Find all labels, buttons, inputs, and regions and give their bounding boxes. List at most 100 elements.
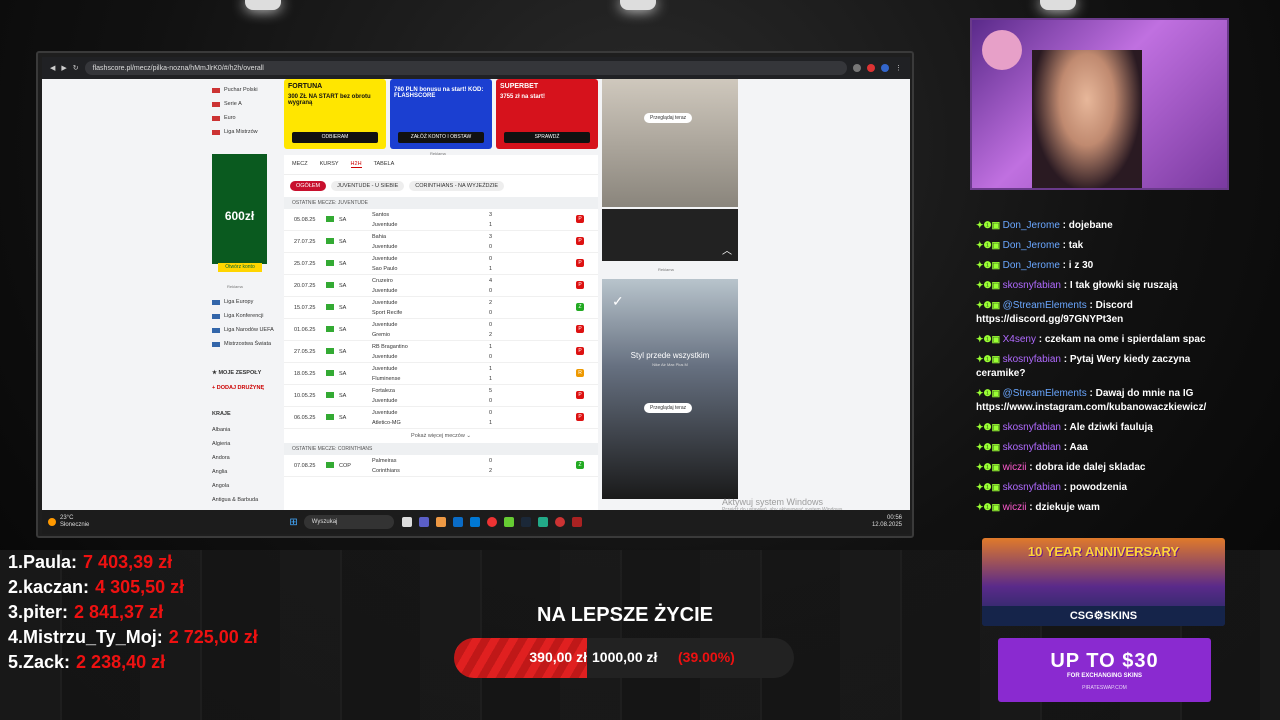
browse-button[interactable]: Przeglądaj teraz xyxy=(644,113,693,123)
menu-icon[interactable]: ⋮ xyxy=(895,64,902,72)
sidebar-league-item[interactable]: Puchar Polski xyxy=(212,87,258,93)
betting-ads: FORTUNA 300 ZŁ NA START bez obrotu wygran… xyxy=(284,79,598,149)
chat-username[interactable]: Don_Jerome xyxy=(1003,260,1060,271)
chat-message: ✦❶▣ Don_Jerome : tak xyxy=(976,238,1221,253)
tab-h2h[interactable]: H2H xyxy=(350,161,362,168)
match-row[interactable]: 10.05.25 SA Fortaleza Juventude 5 0 P xyxy=(284,385,598,407)
chat-username[interactable]: skosnyfabian xyxy=(1003,280,1061,291)
h2h-filter-chip[interactable]: OGÓŁEM xyxy=(290,181,327,191)
sub-badge-icon: ✦❶▣ xyxy=(976,220,1003,230)
sidebar-league-item[interactable]: Serie A xyxy=(212,101,242,107)
extension-icon[interactable] xyxy=(853,64,861,72)
chat-separator: : xyxy=(1059,240,1069,251)
reload-icon[interactable]: ↻ xyxy=(73,64,79,72)
chat-username[interactable]: Don_Jerome xyxy=(1003,220,1060,231)
ad-button[interactable]: ODBIERAM xyxy=(292,132,378,143)
match-row[interactable]: 27.05.25 SA RB Bragantino Juventude 1 0 P xyxy=(284,341,598,363)
file-explorer-icon[interactable] xyxy=(401,517,412,527)
chat-message: ✦❶▣ @StreamElements : Discord https://di… xyxy=(976,298,1221,327)
goal-percent: (39.00%) xyxy=(678,649,735,665)
match-row[interactable]: 07.08.25 COP Palmeiras Corinthians 0 2 Z xyxy=(284,455,598,477)
match-date: 01.06.25 xyxy=(294,327,316,333)
forward-icon[interactable]: ▶ xyxy=(61,64,66,72)
shoe-ad-image[interactable]: Przeglądaj teraz xyxy=(602,79,738,207)
outlook-icon[interactable] xyxy=(469,517,480,527)
add-team-link[interactable]: + DODAJ DRUŻYNĘ xyxy=(212,385,264,391)
country-item[interactable]: Anglia xyxy=(212,469,227,475)
chrome-icon[interactable] xyxy=(486,517,497,527)
chevron-up-icon[interactable]: ︿ xyxy=(722,242,732,257)
tab-kursy[interactable]: KURSY xyxy=(320,161,339,168)
leader-amount: 2 238,40 zł xyxy=(76,652,166,672)
h2h-filter-chip[interactable]: CORINTHIANS - NA WYJEŹDZIE xyxy=(409,181,505,191)
chat-username[interactable]: skosnyfabian xyxy=(1003,354,1061,365)
chat-username[interactable]: Don_Jerome xyxy=(1003,240,1060,251)
sidebar-league-item[interactable]: Euro xyxy=(212,115,236,121)
h2h-filter-chip[interactable]: JUVENTUDE - U SIEBIE xyxy=(331,181,405,191)
spreadsheet-icon[interactable] xyxy=(537,517,548,527)
match-row[interactable]: 06.05.25 SA Juventude Atletico-MG 0 1 P xyxy=(284,407,598,429)
ad-button[interactable]: SPRAWDŹ xyxy=(504,132,590,143)
sidebar-league-item[interactable]: Liga Konferencji xyxy=(212,313,263,319)
nike-logo-icon: ✓ xyxy=(612,293,624,309)
address-bar[interactable]: flashscore.pl/mecz/pilka-nozna/hMmJlrK0/… xyxy=(84,61,847,75)
match-row[interactable]: 20.07.25 SA Cruzeiro Juventude 4 0 P xyxy=(284,275,598,297)
betting-ad[interactable]: FORTUNA 300 ZŁ NA START bez obrotu wygran… xyxy=(284,79,386,149)
nike-ad[interactable]: ✓ Styl przede wszystkim Nike Air Max Plu… xyxy=(602,279,738,499)
chat-username[interactable]: skosnyfabian xyxy=(1003,482,1061,493)
match-row[interactable]: 27.07.25 SA Bahia Juventude 3 0 P xyxy=(284,231,598,253)
chat-username[interactable]: wiczii xyxy=(1003,462,1027,473)
edge-icon[interactable] xyxy=(452,517,463,527)
folder-icon[interactable] xyxy=(435,517,446,527)
sidebar-league-item[interactable]: Liga Narodów UEFA xyxy=(212,327,274,333)
leader-rank: 4. xyxy=(8,627,24,647)
sidebar-league-item[interactable]: Mistrzostwa Świata xyxy=(212,341,271,347)
teams-icon[interactable] xyxy=(418,517,429,527)
flag-icon xyxy=(212,313,220,319)
chat-username[interactable]: skosnyfabian xyxy=(1003,442,1061,453)
ad-text: 300 ZŁ NA START bez obrotu wygraną xyxy=(288,94,371,106)
country-item[interactable]: Antigua & Barbuda xyxy=(212,497,258,503)
match-row[interactable]: 05.08.25 SA Santos Juventude 3 1 P xyxy=(284,209,598,231)
show-more-link[interactable]: Pokaż więcej meczów ⌄ xyxy=(284,429,598,443)
sidebar-ad[interactable]: 600zł xyxy=(212,154,267,264)
app-icon[interactable] xyxy=(503,517,514,527)
ad-button[interactable]: ZAŁÓŻ KONTO I OBSTAW xyxy=(398,132,484,143)
game-icon[interactable] xyxy=(571,517,582,527)
chat-username[interactable]: @StreamElements xyxy=(1003,300,1087,311)
sidebar-league-label: Liga Narodów UEFA xyxy=(224,327,274,333)
betting-ad[interactable]: SUPERBET 3755 zł na start! SPRAWDŹ xyxy=(496,79,598,149)
open-account-button[interactable]: Otwórz konto xyxy=(218,263,262,272)
ad-banner[interactable]: ︿ xyxy=(602,209,738,261)
start-icon[interactable]: ⊞ xyxy=(289,517,297,528)
browse-button[interactable]: Przeglądaj teraz xyxy=(644,403,693,413)
country-item[interactable]: Angola xyxy=(212,483,229,489)
match-row[interactable]: 25.07.25 SA Juventude Sao Paulo 0 1 P xyxy=(284,253,598,275)
country-item[interactable]: Andora xyxy=(212,455,230,461)
taskbar-search[interactable]: Wyszukaj xyxy=(303,515,394,529)
steam-icon[interactable] xyxy=(520,517,531,527)
flag-icon xyxy=(326,414,334,420)
country-item[interactable]: Albania xyxy=(212,427,230,433)
extension-icon[interactable] xyxy=(867,64,875,72)
match-row[interactable]: 01.06.25 SA Juventude Gremio 0 2 P xyxy=(284,319,598,341)
sub-badge-icon: ✦❶▣ xyxy=(976,300,1003,310)
back-icon[interactable]: ◀ xyxy=(50,64,55,72)
chat-username[interactable]: wiczii xyxy=(1003,502,1027,513)
tab-mecz[interactable]: MECZ xyxy=(292,161,308,168)
chat-username[interactable]: skosnyfabian xyxy=(1003,422,1061,433)
betting-ad[interactable]: 760 PLN bonusu na start! KOD: FLASHSCORE… xyxy=(390,79,492,149)
chat-username[interactable]: @StreamElements xyxy=(1003,388,1087,399)
chat-text: i z 30 xyxy=(1068,260,1094,271)
sidebar-league-item[interactable]: Liga Europy xyxy=(212,299,253,305)
country-item[interactable]: Algieria xyxy=(212,441,230,447)
chat-username[interactable]: X4seny xyxy=(1003,334,1036,345)
tab-tabela[interactable]: TABELA xyxy=(374,161,395,168)
flashscore-page: Puchar Polski Serie A Euro Liga Mistrzów 60… xyxy=(42,79,910,531)
obs-icon[interactable] xyxy=(554,517,565,527)
weather-icon[interactable] xyxy=(48,518,56,526)
match-row[interactable]: 15.07.25 SA Juventude Sport Recife 2 0 Z xyxy=(284,297,598,319)
sidebar-league-item[interactable]: Liga Mistrzów xyxy=(212,129,258,135)
match-row[interactable]: 18.05.25 SA Juventude Fluminense 1 1 R xyxy=(284,363,598,385)
profile-icon[interactable] xyxy=(881,64,889,72)
